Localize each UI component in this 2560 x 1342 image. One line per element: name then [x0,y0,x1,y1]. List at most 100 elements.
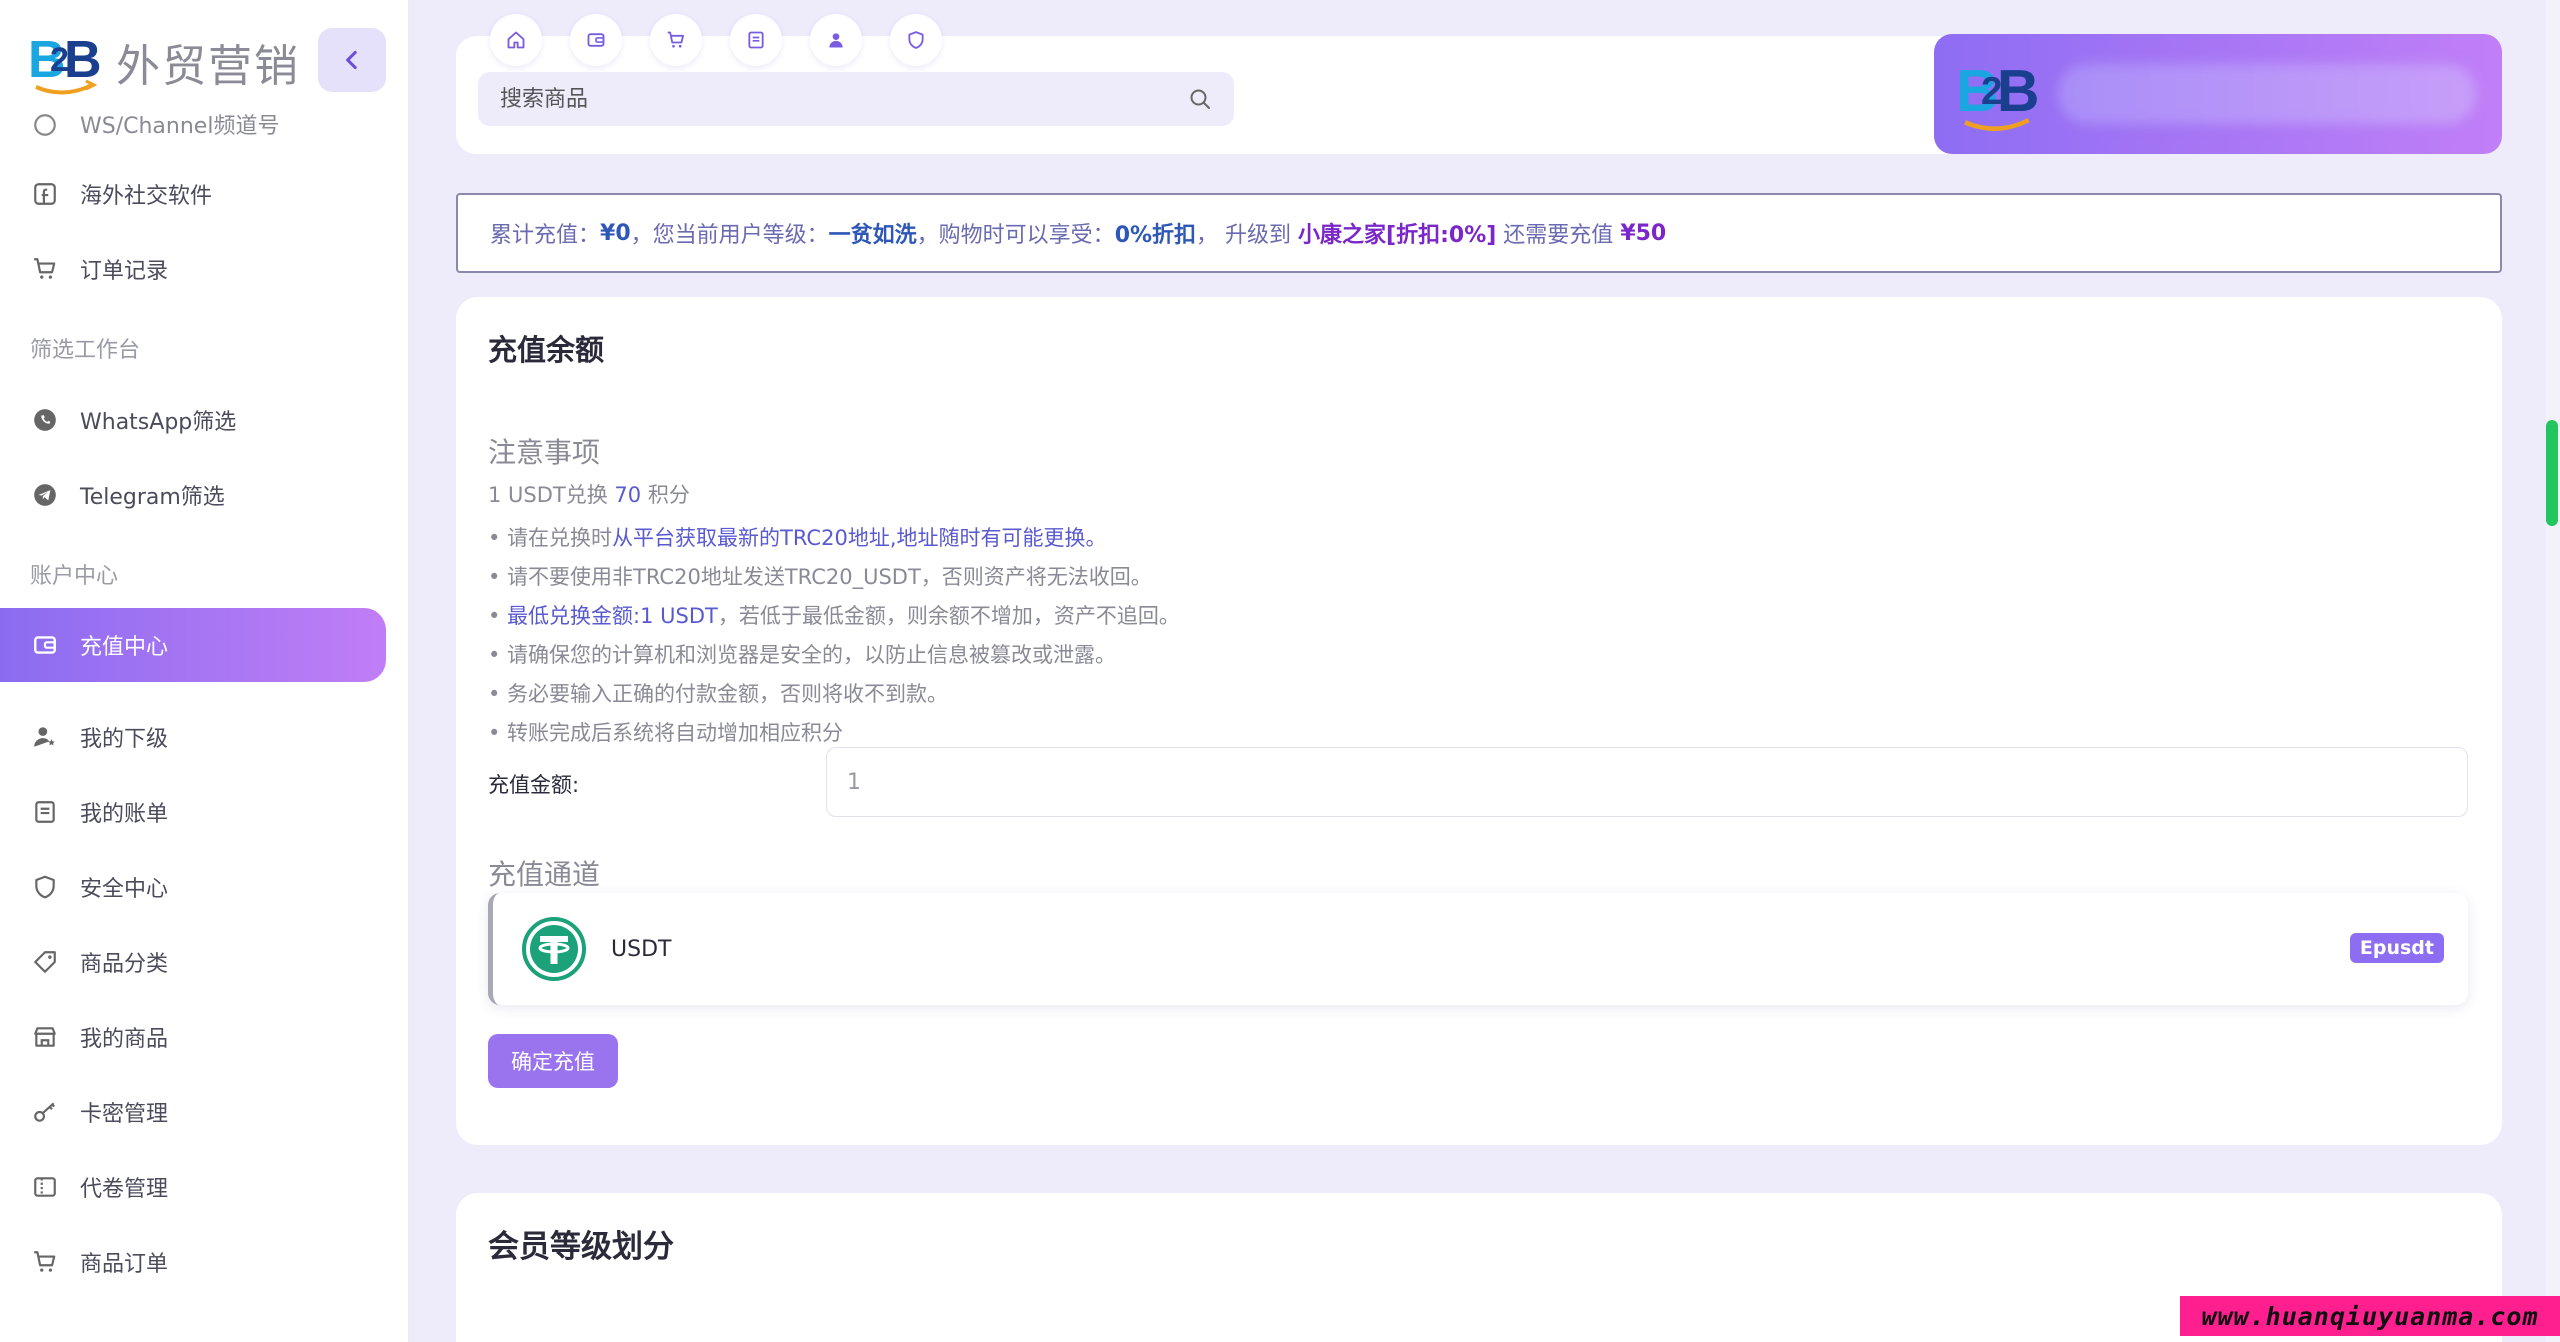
quick-tab-home[interactable] [490,14,542,66]
sidebar-item-whatsapp-filter[interactable]: WhatsApp筛选 [0,390,386,450]
cart-icon [30,254,60,284]
user-icon [829,33,843,48]
user-info-blurred [2058,64,2476,124]
banner-text: ，购物时可以享受： [916,223,1115,248]
sidebar-item-label: WS/Channel频道号 [80,114,280,139]
note-highlight: 从平台获取最新的TRC20地址,地址随时有可能更换。 [612,526,1107,550]
svg-text:B: B [64,31,102,89]
page-scrollbar-track[interactable] [2546,0,2560,1342]
cart-icon [667,31,684,48]
note-item: • 请不要使用非TRC20地址发送TRC20_USDT，否则资产将无法收回。 [488,565,1152,589]
discount-value: 0%折扣 [1114,223,1197,248]
svg-text:B: B [1997,58,2040,124]
current-level-value: 一贫如洗 [828,223,917,248]
sidebar-item-card-key-management[interactable]: 卡密管理 [0,1082,386,1142]
sidebar-item-label: Telegram筛选 [80,485,225,510]
note-item: • 务必要输入正确的付款金额，否则将收不到款。 [488,682,949,706]
recharge-card: 充值余额 注意事项 1 USDT兑换 70 积分 • 请在兑换时从平台获取最新的… [456,297,2502,1145]
quick-tab-cart[interactable] [650,14,702,66]
search-bar [478,72,1234,126]
note-item: • 请在兑换时从平台获取最新的TRC20地址,地址随时有可能更换。 [488,519,1180,558]
sidebar-item-social-software[interactable]: 海外社交软件 [0,164,386,224]
shield-icon [908,31,924,49]
sidebar-item-order-records[interactable]: 订单记录 [0,239,386,299]
confirm-recharge-button[interactable]: 确定充值 [488,1034,618,1088]
sidebar-item-telegram-filter[interactable]: Telegram筛选 [0,465,386,525]
notes-title: 注意事项 [488,436,601,469]
sidebar-item-recharge-center[interactable]: 充值中心 [0,608,386,682]
sidebar-item-label: 代卷管理 [80,1177,169,1202]
amount-label: 充值金额: [488,773,580,797]
notes-list: • 请在兑换时从平台获取最新的TRC20地址,地址随时有可能更换。 • 请不要使… [488,519,1180,753]
sidebar-item-label: 充值中心 [80,635,169,660]
exchange-rate: 1 USDT兑换 70 积分 [488,479,690,509]
banner-text: ，您当前用户等级： [630,223,829,248]
note-text: • [488,604,508,628]
sidebar-item-label: 商品分类 [80,952,169,977]
sidebar: B 2 B 外贸营销 WS/Channel频道号 海外社交软件 订单记录 筛选工… [0,0,409,1342]
channel-icon [30,110,60,140]
needed-recharge-value: ¥50 [1620,220,1667,246]
sidebar-section-account: 账户中心 [30,564,119,589]
rate-suffix: 积分 [641,483,690,507]
quick-tab-security[interactable] [890,14,942,66]
quick-tab-bill[interactable] [730,14,782,66]
quick-nav-tabs [490,14,942,66]
sidebar-item-label: 海外社交软件 [80,184,213,209]
sidebar-item-label: 我的账单 [80,802,169,827]
sidebar-item-product-orders[interactable]: 商品订单 [0,1232,386,1292]
search-input[interactable] [500,86,1100,112]
sidebar-item-my-subordinates[interactable]: 我的下级 [0,707,386,767]
recharge-title: 充值余额 [488,333,605,367]
wallet-icon [30,630,60,660]
sidebar-item-label: 我的商品 [80,1027,169,1052]
user-profile-card[interactable]: B 2 B [1934,34,2502,154]
rate-prefix: 1 USDT兑换 [488,483,615,507]
banner-text: 累计充值： [490,223,601,248]
sidebar-item-label: 订单记录 [80,259,169,284]
banner-text: ， 升级到 [1196,223,1299,248]
note-item: • 最低兑换金额:1 USDT，若低于最低金额，则余额不增加，资产不追回。 [488,597,1180,636]
amount-input[interactable] [826,747,2468,817]
channel-name: USDT [611,936,672,962]
sidebar-item-coupon-management[interactable]: 代卷管理 [0,1157,386,1217]
wallet-icon [587,33,605,47]
brand-name: 外贸营销 [116,41,300,92]
total-recharge-value: ¥0 [600,220,631,246]
user-star-icon [30,722,60,752]
sidebar-item-my-products[interactable]: 我的商品 [0,1007,386,1067]
b2b-logo-icon: B 2 B [28,25,102,99]
brand-logo[interactable]: B 2 B 外贸营销 [28,22,300,102]
store-icon [30,1022,60,1052]
sidebar-item-security-center[interactable]: 安全中心 [0,857,386,917]
channel-option-usdt[interactable]: USDT Epusdt [488,893,2468,1005]
level-info-banner: 累计充值： ¥0 ，您当前用户等级： 一贫如洗 ，购物时可以享受： 0%折扣 ，… [456,193,2502,273]
cart-icon [30,1247,60,1277]
note-text: • 请在兑换时 [488,526,613,550]
search-icon[interactable] [1188,87,1212,111]
tag-icon [30,947,60,977]
sidebar-section-filter: 筛选工作台 [30,338,141,363]
tether-usdt-icon [522,917,586,981]
sidebar-item-my-bills[interactable]: 我的账单 [0,782,386,842]
watermark-banner: www.huanqiuyuanma.com [2180,1296,2560,1336]
next-level-value: 小康之家[折扣:0%] [1298,223,1497,248]
note-highlight: 最低兑换金额:1 USDT [507,604,718,628]
banner-text: 还需要充值 [1496,223,1621,248]
page-scrollbar-thumb[interactable] [2546,420,2558,526]
sidebar-collapse-button[interactable] [318,28,386,92]
sidebar-item-product-category[interactable]: 商品分类 [0,932,386,992]
bill-icon [30,797,60,827]
sidebar-item-ws-channel[interactable]: WS/Channel频道号 [0,100,386,140]
channel-title: 充值通道 [488,858,601,891]
channel-badge: Epusdt [2349,933,2444,963]
quick-tab-user[interactable] [810,14,862,66]
bill-icon [748,31,764,49]
shield-icon [30,872,60,902]
chevron-left-icon [346,50,357,70]
sidebar-item-label: WhatsApp筛选 [80,410,237,435]
quick-tab-wallet[interactable] [570,14,622,66]
membership-title: 会员等级划分 [488,1229,674,1265]
b2b-logo-icon: B 2 B [1956,58,2040,131]
whatsapp-icon [30,405,60,435]
